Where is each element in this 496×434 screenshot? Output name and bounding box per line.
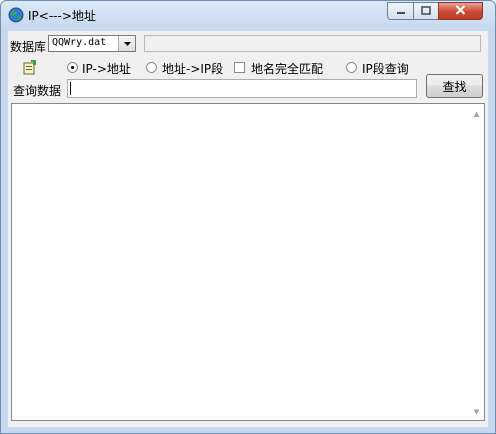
radio-address-to-ip-range-label: 地址->IP段 xyxy=(162,62,224,76)
radio-ip-to-address[interactable] xyxy=(67,62,78,73)
maximize-button[interactable] xyxy=(413,2,439,20)
globe-icon xyxy=(8,7,24,23)
title-bar[interactable]: IP<--->地址 xyxy=(1,1,495,30)
scroll-up-icon[interactable]: ▲ xyxy=(472,109,481,118)
exact-match-label: 地名完全匹配 xyxy=(251,62,324,76)
exact-match-checkbox[interactable] xyxy=(234,62,245,73)
open-database-icon[interactable] xyxy=(22,59,38,75)
radio-ip-range-query-label: IP段查询 xyxy=(362,62,409,76)
close-button[interactable] xyxy=(438,2,483,20)
database-selected-value: QQWry.dat xyxy=(52,37,107,48)
close-icon xyxy=(455,4,466,18)
text-caret xyxy=(70,82,71,95)
window-title: IP<--->地址 xyxy=(28,9,96,23)
results-scrollbar[interactable]: ▲ ▼ xyxy=(469,104,484,420)
database-select[interactable]: QQWry.dat xyxy=(48,35,136,52)
query-input[interactable] xyxy=(67,79,417,98)
chevron-down-icon[interactable] xyxy=(118,36,135,51)
status-box xyxy=(144,35,481,52)
app-window: IP<--->地址 数据库 QQWry.dat IP->地址 地址->IP段 地… xyxy=(0,0,496,434)
database-label: 数据库 xyxy=(10,40,47,54)
client-area: 数据库 QQWry.dat IP->地址 地址->IP段 地名完全匹配 IP段查… xyxy=(8,31,488,427)
radio-ip-to-address-label: IP->地址 xyxy=(82,62,131,76)
minimize-button[interactable] xyxy=(387,2,414,20)
query-label: 查询数据 xyxy=(13,84,62,98)
maximize-icon xyxy=(421,4,431,18)
radio-ip-range-query[interactable] xyxy=(346,62,357,73)
find-button[interactable]: 查找 xyxy=(426,74,483,98)
results-textarea[interactable]: ▲ ▼ xyxy=(11,103,485,421)
scroll-down-icon[interactable]: ▼ xyxy=(472,407,481,416)
minimize-icon xyxy=(396,4,406,18)
radio-address-to-ip-range[interactable] xyxy=(146,62,157,73)
